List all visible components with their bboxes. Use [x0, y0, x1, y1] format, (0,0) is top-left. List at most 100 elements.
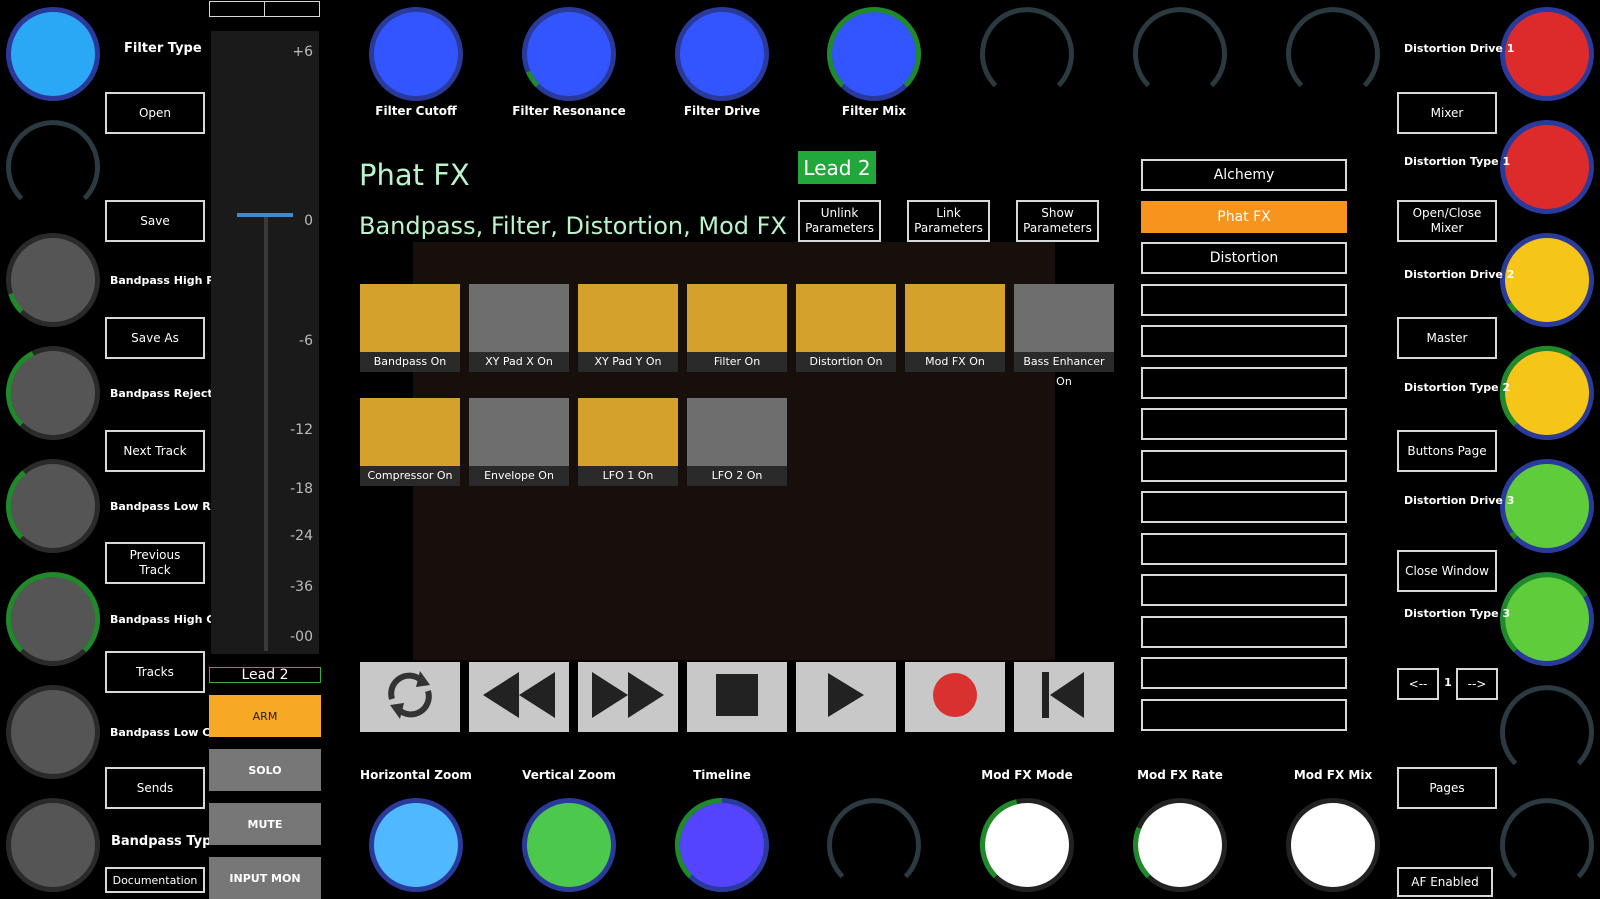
pad-toggle[interactable]: Compressor On [360, 398, 460, 486]
top-knob-2[interactable] [521, 6, 617, 102]
plugin-slot[interactable] [1141, 615, 1347, 648]
pad-toggle[interactable]: XY Pad Y On [578, 284, 678, 372]
left-button-4[interactable]: Next Track [105, 430, 205, 472]
bottom-knob-7[interactable] [1285, 797, 1381, 893]
right-knob-8[interactable] [1499, 797, 1595, 893]
pad-label: Bass Enhancer On [1014, 352, 1114, 388]
plugin-slot[interactable] [1141, 366, 1347, 399]
left-knob-5[interactable] [5, 458, 101, 554]
left-knob-3[interactable] [5, 232, 101, 328]
pad-toggle[interactable]: Mod FX On [905, 284, 1005, 372]
input-mon-button[interactable]: INPUT MON [209, 857, 321, 899]
plugin-slot[interactable] [1141, 657, 1347, 689]
param-button-3[interactable]: Show Parameters [1016, 200, 1099, 242]
go-to-start-icon [1042, 670, 1086, 725]
right-button-7[interactable]: AF Enabled [1397, 867, 1493, 897]
right-knob-label: Distortion Drive 2 [1404, 268, 1515, 281]
left-button-2[interactable]: Save [105, 200, 205, 242]
param-button-2[interactable]: Link Parameters [907, 200, 990, 242]
pad-toggle[interactable]: Bandpass On [360, 284, 460, 372]
left-knob-label: Filter Type [124, 41, 202, 56]
top-knob-label: Filter Drive [683, 104, 761, 118]
record-button[interactable] [905, 662, 1005, 732]
right-button-1[interactable]: Mixer [1397, 92, 1497, 134]
left-button-5[interactable]: Previous Track [105, 542, 205, 584]
pad-toggle[interactable]: Envelope On [469, 398, 569, 486]
rewind-icon [481, 670, 557, 725]
fader-scale-label: 0 [304, 213, 313, 229]
plugin-slot[interactable] [1141, 574, 1347, 606]
volume-fader[interactable]: +6 0 -6 -12 -18 -24 -36 -00 [211, 31, 319, 654]
plugin-slot[interactable]: Phat FX [1141, 200, 1347, 233]
loop-icon [380, 665, 440, 730]
play-button[interactable] [796, 662, 896, 732]
left-knob-7[interactable] [5, 684, 101, 780]
right-button-5[interactable]: Close Window [1397, 550, 1497, 592]
bottom-knob-2[interactable] [521, 797, 617, 893]
right-button-4[interactable]: Buttons Page [1397, 430, 1497, 472]
top-knob-3[interactable] [674, 6, 770, 102]
right-knob-7[interactable] [1499, 684, 1595, 780]
plugin-slot[interactable] [1141, 449, 1347, 482]
top-knob-6[interactable] [1132, 6, 1228, 102]
pad-label: LFO 2 On [687, 466, 787, 486]
left-knob-2[interactable] [5, 119, 101, 215]
fast-forward-button[interactable] [578, 662, 678, 732]
right-button-6[interactable]: Pages [1397, 767, 1497, 809]
plugin-slot[interactable]: Distortion [1141, 242, 1347, 274]
left-knob-1[interactable] [5, 6, 101, 102]
left-button-7[interactable]: Sends [105, 767, 205, 809]
pad-label: Mod FX On [905, 352, 1005, 372]
plugin-slot[interactable] [1141, 408, 1347, 440]
loop-button[interactable] [360, 662, 460, 732]
stop-button[interactable] [687, 662, 787, 732]
right-knob-6[interactable] [1499, 571, 1595, 667]
bottom-knob-4[interactable] [826, 797, 922, 893]
solo-button[interactable]: SOLO [209, 749, 321, 791]
page-prev-button[interactable]: <-- [1397, 668, 1439, 700]
top-knob-7[interactable] [1285, 6, 1381, 102]
plugin-slot[interactable] [1141, 698, 1347, 731]
plugin-slot[interactable] [1141, 325, 1347, 357]
pad-toggle[interactable]: Filter On [687, 284, 787, 372]
left-knob-6[interactable] [5, 571, 101, 667]
left-button-1[interactable]: Open [105, 92, 205, 134]
plugin-slot[interactable] [1141, 532, 1347, 565]
mute-button[interactable]: MUTE [209, 803, 321, 845]
right-knob-4[interactable] [1499, 345, 1595, 441]
fader-handle[interactable] [237, 213, 293, 217]
fader-scale-label: -00 [290, 629, 313, 645]
fader-scale-label: -36 [290, 579, 313, 595]
right-button-3[interactable]: Master [1397, 317, 1497, 359]
plugin-slot[interactable] [1141, 283, 1347, 316]
arm-button[interactable]: ARM [209, 695, 321, 737]
pad-face [687, 284, 787, 352]
pad-toggle[interactable]: Bass Enhancer On [1014, 284, 1114, 388]
param-button-1[interactable]: Unlink Parameters [798, 200, 881, 242]
pad-label: Envelope On [469, 466, 569, 486]
bottom-knob-3[interactable] [674, 797, 770, 893]
pad-toggle[interactable]: LFO 1 On [578, 398, 678, 486]
left-button-6[interactable]: Tracks [105, 651, 205, 693]
top-knob-4[interactable] [826, 6, 922, 102]
top-knob-5[interactable] [979, 6, 1075, 102]
left-button-3[interactable]: Save As [105, 317, 205, 359]
top-knob-1[interactable] [368, 6, 464, 102]
pad-toggle[interactable]: LFO 2 On [687, 398, 787, 486]
bottom-knob-1[interactable] [368, 797, 464, 893]
plugin-slot[interactable] [1141, 491, 1347, 523]
plugin-slot[interactable]: Alchemy [1141, 159, 1347, 191]
rewind-button[interactable] [469, 662, 569, 732]
left-knob-4[interactable] [5, 345, 101, 441]
left-knob-8[interactable] [5, 797, 101, 893]
pad-toggle[interactable]: XY Pad X On [469, 284, 569, 372]
right-button-2[interactable]: Open/Close Mixer [1397, 200, 1497, 242]
bottom-knob-6[interactable] [1132, 797, 1228, 893]
pad-toggle[interactable]: Distortion On [796, 284, 896, 372]
bottom-knob-5[interactable] [979, 797, 1075, 893]
left-button-8[interactable]: Documentation [105, 867, 205, 893]
go-to-start-button[interactable] [1014, 662, 1114, 732]
right-knob-2[interactable] [1499, 119, 1595, 215]
page-next-button[interactable]: --> [1456, 668, 1498, 700]
left-knob-label: Bandpass Type [111, 834, 221, 849]
